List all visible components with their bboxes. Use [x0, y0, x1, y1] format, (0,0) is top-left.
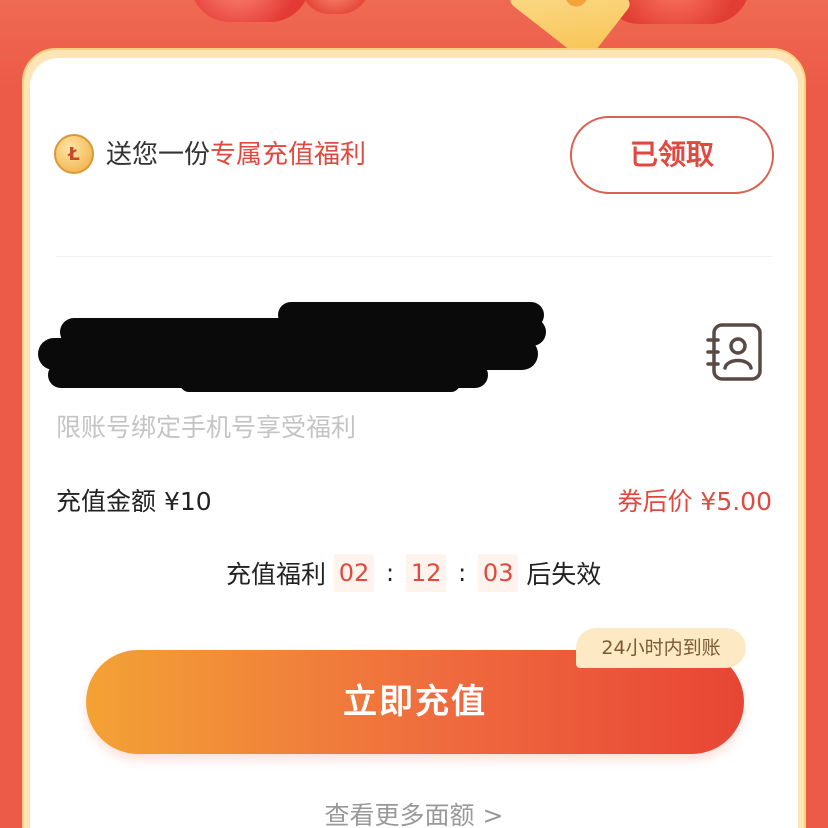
countdown-hours: 02	[334, 554, 375, 592]
welfare-prefix: 送您一份	[106, 140, 211, 170]
countdown-minutes: 12	[406, 554, 447, 592]
phone-number-field-redacted[interactable]	[30, 300, 550, 394]
countdown-lead: 充值福利	[226, 560, 327, 589]
contact-book-icon[interactable]	[706, 322, 764, 382]
countdown-seconds: 03	[478, 554, 519, 592]
binding-hint: 限账号绑定手机号享受福利	[56, 413, 357, 442]
recharge-amount: 充值金额 ¥10	[56, 487, 212, 516]
more-denominations-link[interactable]: 查看更多面额 >	[0, 796, 828, 828]
countdown-separator: :	[458, 559, 467, 587]
divider	[56, 256, 772, 257]
countdown-separator: :	[386, 559, 395, 587]
welfare-highlight: 专属充值福利	[210, 140, 367, 170]
coupon-coin-icon: Ł	[54, 134, 94, 174]
countdown-tail: 后失效	[526, 560, 602, 589]
claimed-button[interactable]: 已领取	[570, 116, 774, 194]
arrival-time-badge: 24小时内到账	[576, 628, 746, 668]
welfare-title: 送您一份专属充值福利	[106, 136, 366, 174]
countdown-timer: 充值福利 02 : 12 : 03 后失效	[226, 554, 601, 592]
price-after-coupon: 券后价 ¥5.00	[617, 487, 772, 516]
